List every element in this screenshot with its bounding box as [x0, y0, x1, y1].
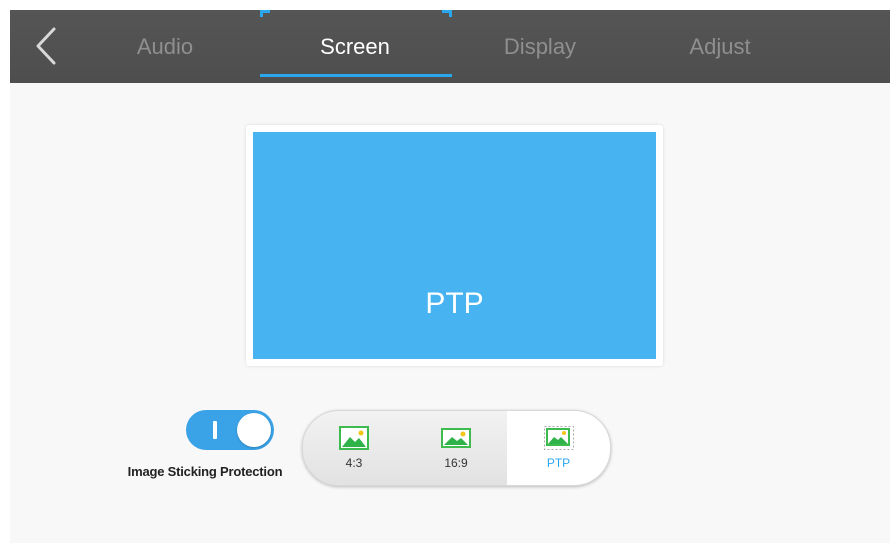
toggle-on-mark — [213, 421, 217, 439]
aspect-option-label: PTP — [546, 456, 571, 470]
image-sticking-protection-toggle[interactable] — [186, 410, 274, 450]
focus-corner-left — [260, 10, 263, 17]
aspect-option-ptp[interactable]: PTP — [507, 411, 610, 485]
image-icon — [339, 426, 369, 450]
tab-adjust[interactable]: Adjust — [650, 10, 790, 83]
aspect-option-label: 16:9 — [444, 456, 468, 470]
aspect-option-4-3[interactable]: 4:3 — [303, 411, 406, 485]
image-icon — [441, 428, 471, 448]
chevron-left-icon — [36, 27, 56, 65]
tab-audio[interactable]: Audio — [110, 10, 220, 83]
aspect-preview: PTP — [246, 125, 663, 366]
toggle-knob — [237, 413, 271, 447]
aspect-option-label: 4:3 — [345, 456, 363, 470]
active-tab-indicator — [260, 74, 452, 77]
screen-settings-window: Audio Screen Display Adjust PTP Image St… — [10, 10, 890, 543]
focus-corner-right — [449, 10, 452, 17]
preview-mode-label: PTP — [425, 287, 484, 320]
aspect-option-16-9[interactable]: 16:9 — [405, 411, 508, 485]
back-button[interactable] — [26, 22, 66, 70]
top-nav-bar: Audio Screen Display Adjust — [10, 10, 890, 83]
image-sticking-protection-label: Image Sticking Protection — [127, 464, 283, 479]
tab-display[interactable]: Display — [470, 10, 610, 83]
tab-screen[interactable]: Screen — [260, 10, 450, 83]
aspect-ratio-selector: 4:3 16:9 PTP — [302, 410, 611, 486]
preview-screen: PTP — [253, 132, 656, 359]
image-fit-icon — [543, 426, 574, 450]
